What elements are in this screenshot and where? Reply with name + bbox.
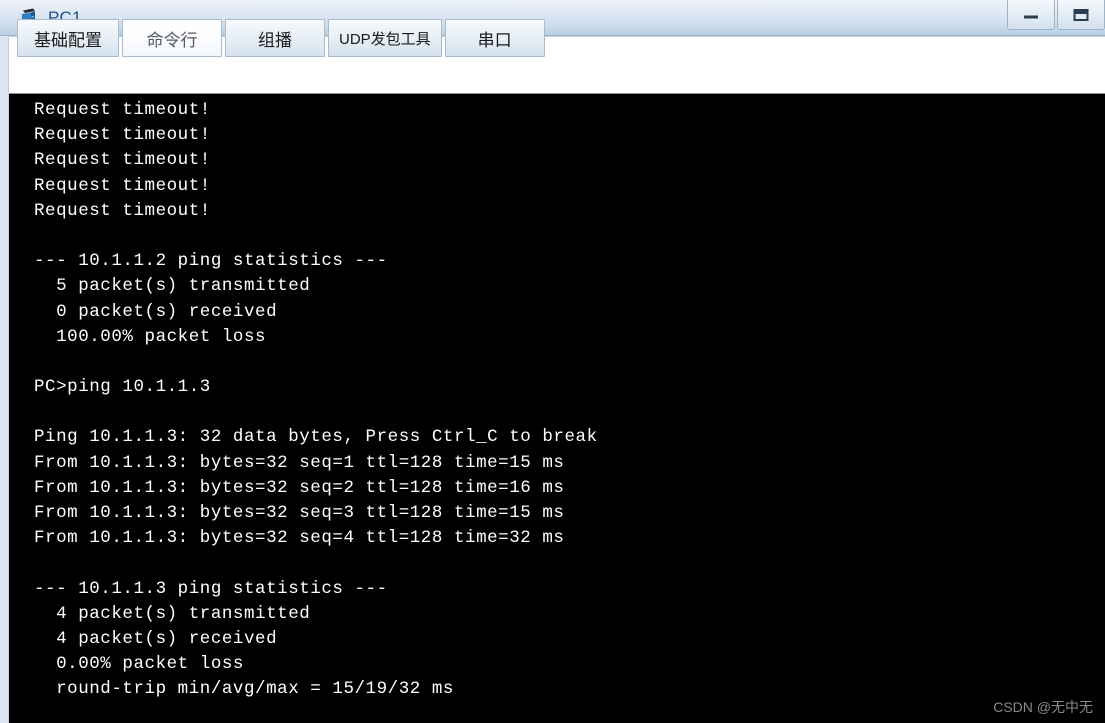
tab-command-line[interactable]: 命令行 [122,19,222,57]
terminal-line: 0 packet(s) received [34,301,278,322]
terminal-line: Request timeout! [34,200,211,221]
terminal-line: 5 packet(s) transmitted [34,276,311,297]
terminal-console[interactable]: Request timeout! Request timeout! Reques… [9,93,1105,723]
terminal-output: Request timeout! Request timeout! Reques… [9,94,1105,703]
terminal-line: Ping 10.1.1.3: 32 data bytes, Press Ctrl… [34,427,598,448]
terminal-line: From 10.1.1.3: bytes=32 seq=1 ttl=128 ti… [34,452,565,473]
terminal-line: Request timeout! [34,100,211,120]
terminal-line: 0.00% packet loss [34,654,244,675]
terminal-line: 4 packet(s) transmitted [34,603,311,624]
tab-udp-packet-tool[interactable]: UDP发包工具 [328,19,442,57]
terminal-line: Request timeout! [34,150,211,171]
terminal-line: From 10.1.1.3: bytes=32 seq=4 ttl=128 ti… [34,528,565,549]
watermark: CSDN @无中无 [993,699,1093,715]
terminal-line: Request timeout! [34,175,211,196]
maximize-button[interactable] [1057,0,1105,30]
terminal-line: Request timeout! [34,125,211,146]
tab-bar: 基础配置 命令行 组播 UDP发包工具 串口 [17,19,548,57]
terminal-line: round-trip min/avg/max = 15/19/32 ms [34,679,454,700]
terminal-line: --- 10.1.1.3 ping statistics --- [34,578,388,599]
tab-basic-config[interactable]: 基础配置 [17,19,119,57]
minimize-icon [1024,15,1038,19]
terminal-line: 4 packet(s) received [34,628,278,649]
maximize-icon [1073,8,1089,21]
pc1-terminal-window: PC1 基础配置 命令行 组播 UDP发包工具 串口 Request timeo… [0,0,1105,723]
tab-serial-port[interactable]: 串口 [444,19,545,57]
minimize-button[interactable] [1007,0,1055,30]
terminal-line: --- 10.1.1.2 ping statistics --- [34,251,388,272]
window-controls [1007,0,1105,30]
terminal-line-command: PC>ping 10.1.1.3 [34,377,211,398]
terminal-line: 100.00% packet loss [34,326,267,347]
terminal-line: From 10.1.1.3: bytes=32 seq=3 ttl=128 ti… [34,503,565,523]
tab-multicast[interactable]: 组播 [225,19,325,57]
terminal-line: From 10.1.1.3: bytes=32 seq=2 ttl=128 ti… [34,477,565,498]
